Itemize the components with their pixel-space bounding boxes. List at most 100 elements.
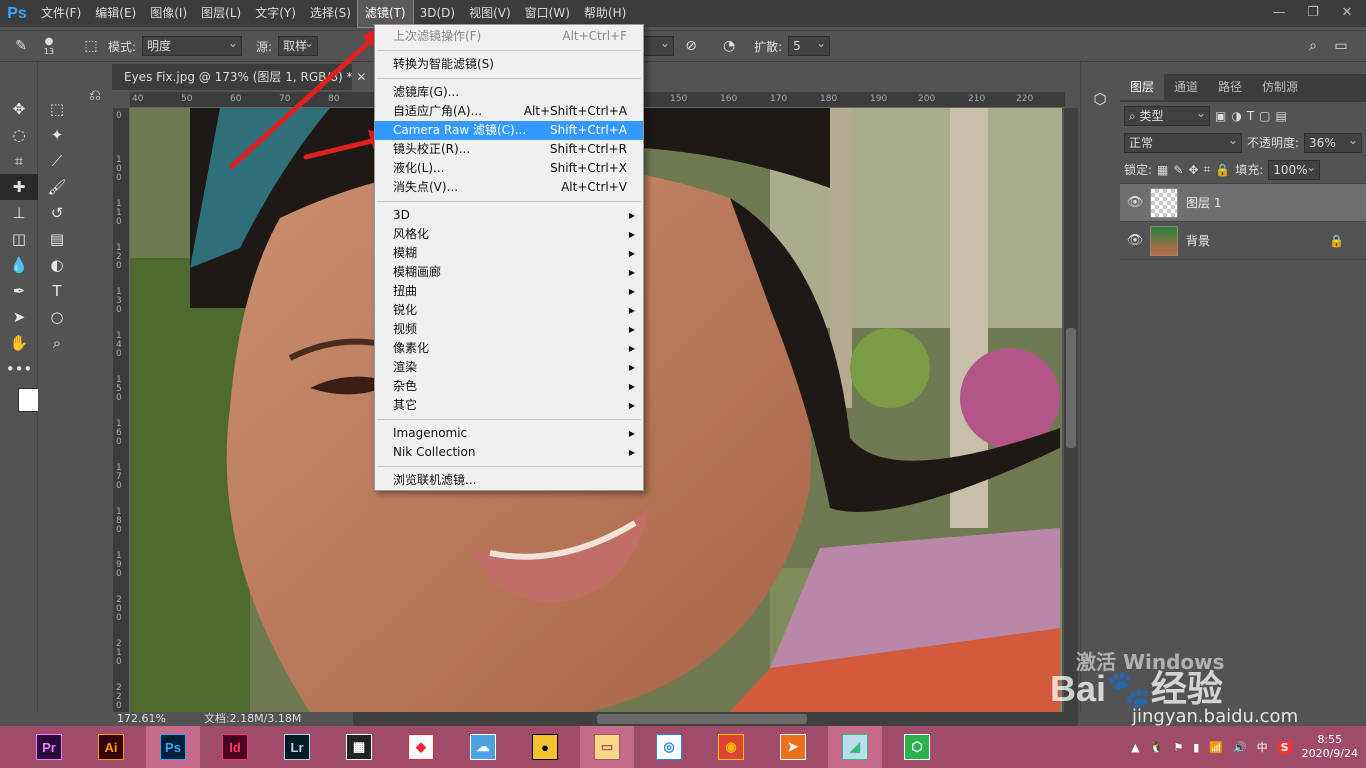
taskbar-app[interactable]: Ai <box>84 726 138 768</box>
taskbar-app[interactable]: ◉ <box>704 726 758 768</box>
menu-4[interactable]: 文字(Y) <box>248 0 303 27</box>
filter-adjust-icon[interactable]: ◑ <box>1231 109 1241 123</box>
fill-input[interactable]: 100% <box>1268 158 1321 180</box>
filter-smart-icon[interactable]: ▤ <box>1276 109 1287 123</box>
ignore-adjustment-icon[interactable]: ⊘ <box>680 35 702 57</box>
history-brush-tool-icon[interactable]: ↺ <box>38 200 76 226</box>
network-icon[interactable]: 📶 <box>1209 741 1223 754</box>
menu-10[interactable]: 帮助(H) <box>577 0 633 27</box>
spread-select[interactable]: 5 <box>788 34 831 56</box>
layer-filter-select[interactable]: ⌕ 类型 <box>1124 104 1210 126</box>
filter-menu-item[interactable]: 锐化 ▶ <box>375 301 643 320</box>
taskbar-app[interactable]: ▭ <box>580 726 634 768</box>
filter-type-icon[interactable]: T <box>1247 109 1254 123</box>
lasso-tool-icon[interactable]: ◌ <box>0 122 38 148</box>
filter-menu-item[interactable]: 像素化 ▶ <box>375 339 643 358</box>
filter-menu-item[interactable]: 滤镜库(G)... <box>375 83 643 102</box>
brush-picker[interactable]: ● 13 <box>38 35 60 57</box>
lock-transparent-icon[interactable]: ▦ <box>1157 163 1168 177</box>
lock-artboard-icon[interactable]: ⌗ <box>1204 162 1211 177</box>
filter-menu-item[interactable]: 液化(L)... Shift+Ctrl+X <box>375 159 643 178</box>
qq-tray-icon[interactable]: 🐧 <box>1150 741 1164 754</box>
menu-3[interactable]: 图层(L) <box>194 0 248 27</box>
filter-menu-item[interactable]: 转换为智能滤镜(S) <box>375 55 643 74</box>
volume-icon[interactable]: 🔊 <box>1233 741 1247 754</box>
filter-menu-item[interactable]: 渲染 ▶ <box>375 358 643 377</box>
move-tool-icon[interactable]: ✥ <box>0 96 38 122</box>
filter-menu-item[interactable]: Nik Collection ▶ <box>375 443 643 462</box>
close-button[interactable]: ✕ <box>1336 5 1358 20</box>
taskbar-app[interactable]: ▦ <box>332 726 386 768</box>
close-tab-icon[interactable]: ✕ <box>356 70 366 84</box>
source-select[interactable]: 取样 <box>278 34 319 56</box>
healing-brush-tool-icon[interactable]: ✚ <box>0 174 38 200</box>
restore-button[interactable]: ❐ <box>1302 5 1324 20</box>
filter-menu-item[interactable]: 3D ▶ <box>375 206 643 225</box>
layer-row[interactable]: 👁 图层 1 <box>1120 184 1366 222</box>
taskbar-app[interactable]: ● <box>518 726 572 768</box>
tray-expand-icon[interactable]: ▲ <box>1131 741 1139 754</box>
filter-shape-icon[interactable]: ▢ <box>1259 109 1270 123</box>
taskbar-app[interactable]: Lr <box>270 726 324 768</box>
brush-settings-icon[interactable]: ⬚ <box>80 35 102 57</box>
opacity-input[interactable]: 36% <box>1304 131 1363 153</box>
taskbar-app[interactable]: ◆ <box>394 726 448 768</box>
taskbar-app[interactable]: ◢ <box>828 726 882 768</box>
pen-tool-icon[interactable]: ✒ <box>0 278 38 304</box>
quick-select-tool-icon[interactable]: ✦ <box>38 122 76 148</box>
vertical-scroll-thumb[interactable] <box>1066 328 1076 448</box>
panel-tab-1[interactable]: 通道 <box>1164 74 1208 100</box>
hand-tool-icon[interactable]: ✋ <box>0 330 38 356</box>
visibility-eye-icon[interactable]: 👁 <box>1120 195 1150 210</box>
pressure-icon[interactable]: ◔ <box>718 35 740 57</box>
panel-tab-2[interactable]: 路径 <box>1208 74 1252 100</box>
sogou-icon[interactable]: S <box>1277 740 1292 754</box>
lock-all-icon[interactable]: 🔒 <box>1215 163 1230 177</box>
ime-indicator[interactable]: 中 <box>1257 739 1268 755</box>
taskbar-app[interactable]: ◎ <box>642 726 696 768</box>
filter-menu-item[interactable]: 浏览联机滤镜... <box>375 471 643 490</box>
menu-1[interactable]: 编辑(E) <box>88 0 143 27</box>
vertical-scrollbar[interactable] <box>1064 108 1078 712</box>
menu-6[interactable]: 滤镜(T) <box>356 0 414 28</box>
filter-menu-item[interactable]: 模糊画廊 ▶ <box>375 263 643 282</box>
menu-5[interactable]: 选择(S) <box>303 0 358 27</box>
taskbar-app[interactable]: ⬡ <box>890 726 944 768</box>
flag-icon[interactable]: ⚑ <box>1173 741 1183 754</box>
filter-pixel-icon[interactable]: ▣ <box>1215 109 1226 123</box>
battery-icon[interactable]: ▮ <box>1193 741 1199 754</box>
blur-tool-icon[interactable]: 💧 <box>0 252 38 278</box>
zoom-tool-icon[interactable]: ⌕ <box>38 330 76 356</box>
horizontal-scroll-thumb[interactable] <box>597 714 807 724</box>
brush-tool-icon[interactable]: 🖌 <box>38 174 76 200</box>
type-tool-icon[interactable]: T <box>38 278 76 304</box>
color-swatches[interactable] <box>0 382 56 432</box>
minimize-button[interactable]: — <box>1268 5 1290 20</box>
eraser-tool-icon[interactable]: ◫ <box>0 226 38 252</box>
filter-menu-item[interactable]: 模糊 ▶ <box>375 244 643 263</box>
lock-paint-icon[interactable]: ✎ <box>1173 163 1183 177</box>
stamp-tool-icon[interactable]: ⊥ <box>0 200 38 226</box>
search-icon[interactable]: ⌕ <box>1302 35 1324 57</box>
gradient-tool-icon[interactable]: ▤ <box>38 226 76 252</box>
clock[interactable]: 8:55 2020/9/24 <box>1302 733 1358 761</box>
filter-menu-item[interactable]: 扭曲 ▶ <box>375 282 643 301</box>
workspace-icon[interactable]: ▭ <box>1330 35 1352 57</box>
filter-menu-item[interactable]: 消失点(V)... Alt+Ctrl+V <box>375 178 643 197</box>
healing-brush-icon[interactable]: ✎ <box>10 35 32 57</box>
taskbar-app[interactable]: Id <box>208 726 262 768</box>
blend-mode-select[interactable]: 正常 <box>1124 131 1242 153</box>
taskbar-app[interactable]: ➤ <box>766 726 820 768</box>
visibility-eye-icon[interactable]: 👁 <box>1120 233 1150 248</box>
menu-2[interactable]: 图像(I) <box>143 0 194 27</box>
document-tab[interactable]: Eyes Fix.jpg @ 173% (图层 1, RGB/8) * ✕ <box>112 64 366 90</box>
filter-menu-item[interactable]: Imagenomic ▶ <box>375 424 643 443</box>
mode-select[interactable]: 明度 <box>142 34 243 56</box>
menu-0[interactable]: 文件(F) <box>34 0 88 27</box>
more-tools-icon[interactable]: ••• <box>0 356 38 382</box>
panel-tab-0[interactable]: 图层 <box>1120 74 1165 100</box>
filter-menu-item[interactable]: 风格化 ▶ <box>375 225 643 244</box>
filter-menu-item[interactable]: 其它 ▶ <box>375 396 643 415</box>
menu-9[interactable]: 窗口(W) <box>518 0 577 27</box>
marquee-tool-icon[interactable]: ⬚ <box>38 96 76 122</box>
